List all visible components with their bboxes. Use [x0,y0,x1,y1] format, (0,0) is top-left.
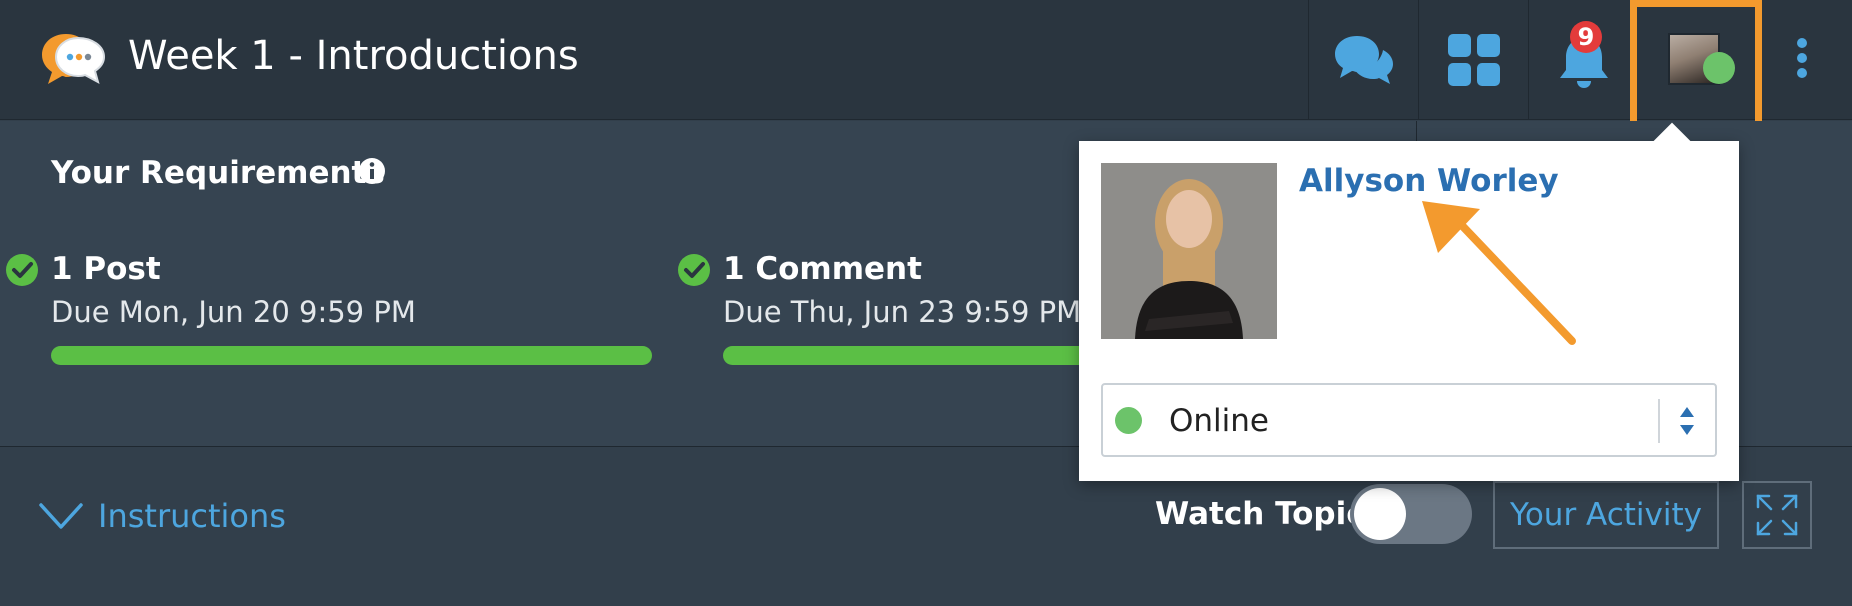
profile-photo-image [1101,163,1277,339]
requirement-comment: 1 Comment Due Thu, Jun 23 9:59 PM [678,251,1082,329]
kebab-menu-icon[interactable] [1795,38,1809,82]
notification-count-badge: 9 [1570,21,1602,53]
messages-button[interactable] [1308,0,1418,120]
requirements-title: Your Requirements [51,155,385,191]
chat-icon [1334,36,1393,84]
grid-icon [1447,34,1500,86]
user-profile-link[interactable]: Allyson Worley [1299,163,1559,199]
instructions-label: Instructions [98,497,286,535]
chat-bubbles-logo-icon [42,34,106,84]
watch-topic-toggle[interactable] [1350,484,1472,544]
requirement-name: 1 Comment [723,251,922,287]
status-value: Online [1169,403,1269,439]
requirement-due: Due Mon, Jun 20 9:59 PM [51,295,416,329]
user-photo [1101,163,1277,339]
requirement-post: 1 Post Due Mon, Jun 20 9:59 PM [6,251,416,329]
toggle-knob [1354,488,1406,540]
requirement-due: Due Thu, Jun 23 9:59 PM [723,295,1082,329]
info-icon[interactable] [358,157,386,185]
chevron-down-icon [39,503,83,529]
user-popover: Allyson Worley Online [1079,122,1739,481]
user-menu-button[interactable] [1630,0,1762,128]
page-title: Week 1 - Introductions [128,33,579,79]
requirement-name: 1 Post [51,251,161,287]
check-circle-icon [6,254,38,286]
top-header: Week 1 - Introductions 9 [0,0,1852,128]
notifications-button[interactable] [1528,0,1638,120]
status-dot [1115,407,1142,434]
select-arrows-icon [1680,407,1694,435]
your-activity-button[interactable]: Your Activity [1493,481,1719,549]
instructions-toggle[interactable]: Instructions [38,496,286,536]
apps-button[interactable] [1418,0,1528,120]
online-status-indicator [1703,52,1735,84]
status-select[interactable]: Online [1101,383,1717,457]
check-circle-icon [678,254,710,286]
progress-bar-post [51,346,652,365]
fullscreen-button[interactable] [1742,481,1812,549]
watch-topic-label: Watch Topic [1155,496,1365,532]
expand-icon [1756,494,1798,536]
